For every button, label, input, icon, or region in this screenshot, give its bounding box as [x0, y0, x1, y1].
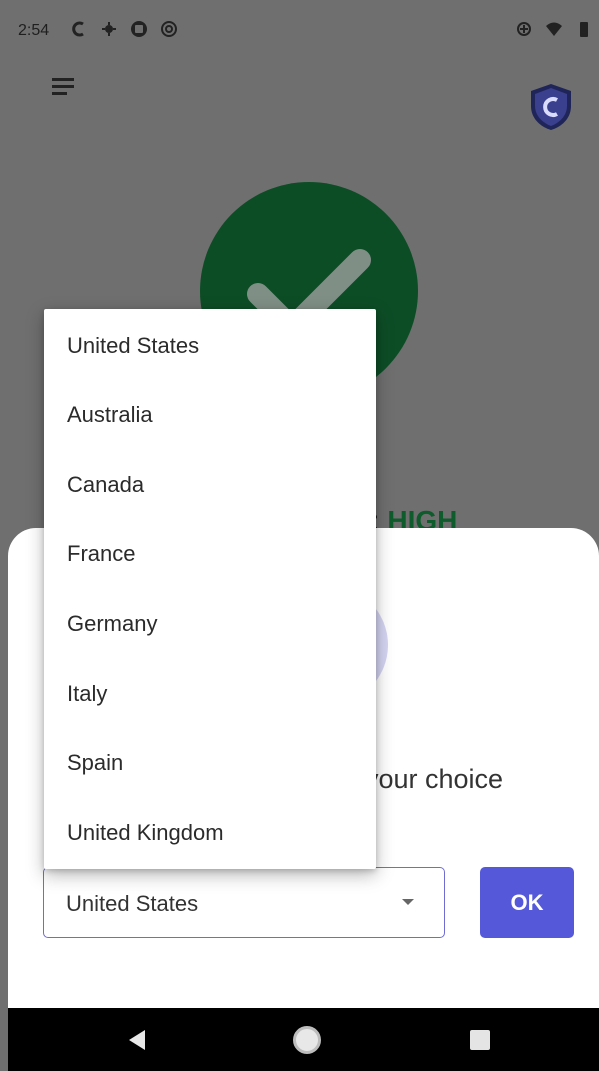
menu-icon[interactable]: [52, 76, 78, 98]
status-icons-left: [70, 20, 178, 38]
system-nav-bar: [8, 1008, 599, 1071]
circle-badge-icon: [161, 21, 177, 37]
dropdown-item-spain[interactable]: Spain: [44, 728, 376, 798]
recents-icon[interactable]: [470, 1030, 490, 1050]
home-icon[interactable]: [293, 1026, 321, 1054]
dropdown-item-italy[interactable]: Italy: [44, 659, 376, 729]
ok-button[interactable]: OK: [480, 867, 574, 938]
status-icons-right: [515, 20, 593, 38]
gear-small-icon: [102, 22, 116, 36]
dropdown-item-canada[interactable]: Canada: [44, 450, 376, 520]
back-icon[interactable]: [125, 1028, 149, 1052]
status-time: 2:54: [18, 22, 50, 39]
dropdown-item-united-states[interactable]: United States: [44, 311, 376, 381]
country-select[interactable]: United States: [43, 867, 445, 938]
c-logo-icon: [72, 21, 84, 37]
dropdown-item-united-kingdom[interactable]: United Kingdom: [44, 798, 376, 868]
dropdown-arrow-icon: [402, 899, 414, 905]
status-bar: 2:54: [0, 0, 599, 62]
square-badge-icon: [131, 21, 147, 37]
battery-icon: [580, 22, 588, 37]
app-screen: 2:54 HIGH f your choice United States OK…: [0, 0, 599, 1071]
dropdown-item-france[interactable]: France: [44, 519, 376, 589]
dropdown-item-germany[interactable]: Germany: [44, 589, 376, 659]
country-dropdown-menu: United States Australia Canada France Ge…: [44, 309, 376, 869]
wifi-icon: [546, 22, 562, 36]
dropdown-item-australia[interactable]: Australia: [44, 380, 376, 450]
shield-c-icon[interactable]: [527, 82, 575, 132]
data-saver-icon: [517, 22, 531, 36]
country-select-value: United States: [66, 891, 199, 916]
